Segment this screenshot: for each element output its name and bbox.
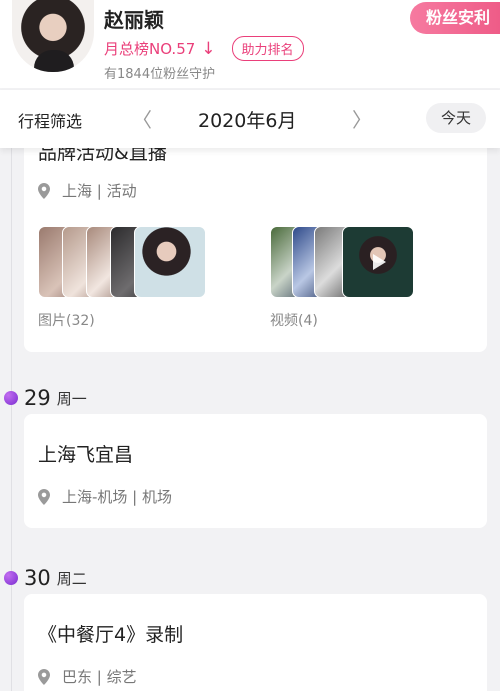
day-number: 30 — [24, 566, 51, 590]
star-avatar[interactable] — [12, 0, 94, 72]
event-title: 《中餐厅4》录制 — [38, 624, 184, 646]
day-weekday: 周一 — [56, 389, 87, 408]
rank-row: 月总榜NO.57 ↓ 助力排名 — [104, 36, 304, 61]
day-header: 30 周二 — [4, 566, 87, 590]
timeline-dot — [4, 571, 18, 585]
event-location: 上海 | 活动 — [38, 180, 137, 201]
fans-count: 有1844位粉丝守护 — [104, 67, 216, 82]
event-card[interactable]: 《中餐厅4》录制 巴东 | 综艺 — [24, 594, 487, 691]
timeline-dot — [4, 391, 18, 405]
day-number: 29 — [24, 386, 51, 410]
photo-thumb — [134, 226, 206, 298]
video-thumb — [342, 226, 414, 298]
event-card[interactable]: 品牌活动&直播 上海 | 活动 图片(32) 视频(4) — [24, 130, 487, 352]
schedule-filter-button[interactable]: 行程筛选 — [18, 108, 82, 132]
prev-month-icon[interactable]: 〈 — [132, 104, 152, 133]
event-title: 上海飞宜昌 — [38, 444, 134, 466]
fan-benefit-button[interactable]: 粉丝安利 — [409, 2, 500, 34]
next-month-icon[interactable]: 〉 — [352, 104, 372, 133]
star-name: 赵丽颖 — [104, 8, 164, 32]
event-location-text: 巴东 | 综艺 — [62, 668, 137, 686]
play-icon — [373, 254, 386, 270]
map-pin-icon — [38, 488, 50, 505]
timeline-line — [11, 148, 12, 691]
event-card[interactable]: 上海飞宜昌 上海-机场 | 机场 — [24, 414, 487, 528]
day-header: 29 周一 — [4, 386, 87, 410]
schedule-filter-bar: 行程筛选 〈 2020年6月 〉 今天 — [0, 90, 500, 148]
event-location-text: 上海-机场 | 机场 — [62, 488, 173, 506]
help-rank-button[interactable]: 助力排名 — [231, 36, 304, 61]
star-header: 赵丽颖 月总榜NO.57 ↓ 助力排名 有1844位粉丝守护 粉丝安利 — [0, 0, 500, 88]
videos-count[interactable]: 视频(4) — [270, 310, 318, 330]
rank-text: 月总榜NO.57 — [104, 40, 196, 58]
photo-gallery[interactable] — [38, 226, 208, 300]
event-location-text: 上海 | 活动 — [62, 182, 137, 200]
map-pin-icon — [38, 182, 50, 199]
day-weekday: 周二 — [56, 569, 87, 588]
rank-down-icon: ↓ — [201, 38, 216, 59]
event-location: 巴东 | 综艺 — [38, 666, 137, 687]
video-gallery[interactable] — [270, 226, 420, 300]
photos-count[interactable]: 图片(32) — [38, 310, 95, 330]
map-pin-icon — [38, 668, 50, 685]
event-location: 上海-机场 | 机场 — [38, 486, 172, 507]
current-month: 2020年6月 — [198, 110, 297, 132]
today-button[interactable]: 今天 — [426, 103, 486, 133]
